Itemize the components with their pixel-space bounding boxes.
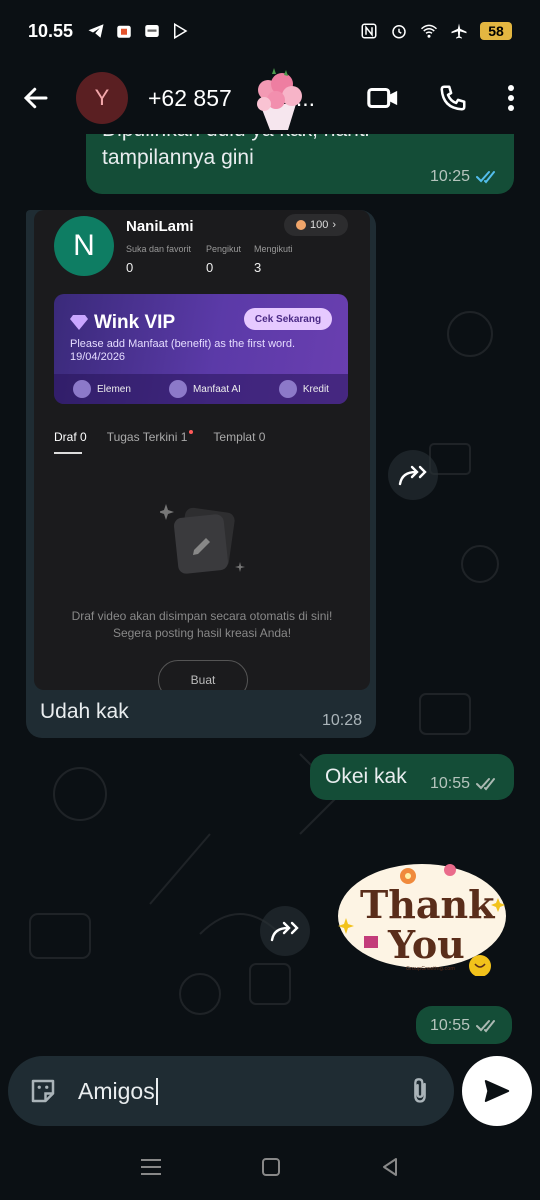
message-meta: 10:55	[430, 1017, 500, 1035]
voice-call-icon[interactable]	[438, 83, 468, 113]
forward-button[interactable]	[260, 906, 310, 956]
video-call-icon[interactable]	[366, 81, 400, 115]
empty-draft-icon	[160, 504, 245, 574]
nfc-icon	[361, 23, 377, 39]
vip-check-button: Cek Sekarang	[244, 308, 332, 330]
contact-number: +62 857	[148, 84, 232, 111]
vip-item: Manfaat AI	[168, 380, 241, 398]
message-meta: 10:55	[430, 775, 500, 793]
vip-item: Elemen	[73, 380, 131, 398]
recents-menu-icon[interactable]	[139, 1157, 163, 1177]
message-incoming-image[interactable]: N NaniLami 100 › Suka dan favorit 0 Pengi…	[26, 210, 376, 738]
stat-value: 3	[254, 260, 262, 275]
message-meta: 10:28	[322, 712, 362, 730]
send-icon	[484, 1080, 510, 1102]
coin-badge: 100 ›	[284, 214, 348, 236]
back-triangle-icon[interactable]	[379, 1156, 401, 1178]
diamond-icon	[70, 315, 88, 330]
chat-area[interactable]: Dipulihkan dulu ya kak, nanti tampilanny…	[0, 134, 540, 1054]
tab-draft: Draf 0	[54, 430, 87, 454]
screenshot-tabs: Draf 0 Tugas Terkini 1 Templat 0	[54, 430, 266, 454]
profile-name: NaniLami	[126, 218, 194, 235]
message-time: 10:55	[429, 1017, 470, 1034]
home-square-icon[interactable]	[260, 1156, 282, 1178]
message-text: Okei kak	[325, 765, 407, 788]
telegram-icon	[88, 24, 104, 38]
create-button: Buat	[158, 660, 248, 690]
sticker-text-you: You	[387, 922, 465, 967]
notification-dot	[189, 430, 194, 434]
shared-screenshot[interactable]: N NaniLami 100 › Suka dan favorit 0 Pengi…	[34, 210, 370, 690]
sticker-text-thank: Thank	[360, 882, 495, 927]
message-text: Dipulihkan dulu ya kak, nanti tampilanny…	[102, 134, 369, 169]
message-input-bar: Amigos	[8, 1056, 454, 1126]
notification-icons	[87, 22, 189, 40]
vip-card: Wink VIP Cek Sekarang Please add Manfaat…	[54, 294, 348, 404]
status-time: 10.55	[28, 20, 74, 41]
forward-icon	[398, 465, 427, 486]
forward-icon	[270, 921, 299, 942]
shopee-icon	[117, 25, 131, 38]
header-actions	[366, 81, 526, 115]
arrow-left-icon	[23, 87, 48, 109]
elements-icon	[73, 380, 92, 398]
image-caption: Udah kak	[40, 700, 129, 723]
stat-value: 0	[206, 260, 214, 275]
profile-avatar: N	[54, 216, 114, 276]
tab-recent-tasks: Tugas Terkini 1	[107, 430, 194, 444]
battery-indicator: 58	[480, 22, 512, 40]
alarm-icon	[392, 25, 406, 39]
play-store-icon	[174, 22, 188, 40]
forward-button[interactable]	[388, 450, 438, 500]
contact-avatar[interactable]: Y	[76, 72, 128, 124]
sticker-time-bubble: 10:55	[416, 1006, 512, 1044]
stat-label: Pengikut	[206, 244, 242, 254]
system-icons: 58	[360, 22, 512, 40]
thank-you-sticker[interactable]: Thank You GroupGreeting.com	[330, 858, 510, 976]
stat-label: Mengikuti	[254, 244, 293, 254]
vip-benefits: Elemen Manfaat AI Kredit	[54, 374, 348, 404]
flower-bouquet-sticker	[257, 68, 302, 130]
back-button[interactable]	[14, 76, 58, 120]
ai-icon	[168, 380, 187, 398]
tab-templates: Templat 0	[213, 430, 266, 444]
vip-subtitle: Please add Manfaat (benefit) as the firs…	[70, 338, 296, 363]
send-button[interactable]	[462, 1056, 532, 1126]
message-time: 10:25	[429, 168, 470, 185]
stat-label: Suka dan favorit	[126, 244, 192, 254]
system-navigation-bar	[0, 1134, 540, 1200]
message-time: 10:55	[429, 775, 470, 792]
stat-value: 0	[126, 260, 134, 275]
airplane-mode-icon	[451, 23, 467, 39]
wifi-icon	[420, 24, 438, 38]
coin-icon	[295, 220, 306, 230]
vip-item: Kredit	[278, 380, 329, 398]
credit-icon	[278, 380, 297, 398]
app-icon	[145, 25, 159, 37]
message-time: 10:28	[321, 712, 362, 729]
sticker-emoji-icon[interactable]	[28, 1076, 58, 1106]
attach-icon[interactable]	[406, 1076, 434, 1106]
double-check-read-icon	[476, 171, 495, 184]
double-check-delivered-icon	[476, 1020, 495, 1033]
status-bar: 10.55 58	[0, 0, 540, 62]
chat-header: Y +62 857 -...	[0, 62, 540, 134]
message-meta: 10:25	[430, 168, 500, 186]
empty-state-text: Draf video akan disimpan secara otomatis…	[71, 609, 333, 640]
message-input[interactable]: Amigos	[78, 1077, 158, 1105]
sticker-credit: GroupGreeting.com	[406, 966, 455, 972]
more-options-icon[interactable]	[506, 83, 516, 113]
message-outgoing-1[interactable]: Dipulihkan dulu ya kak, nanti tampilanny…	[86, 134, 514, 194]
vip-title: Wink VIP	[94, 312, 176, 333]
message-outgoing-2[interactable]: Okei kak 10:55	[310, 754, 514, 800]
double-check-delivered-icon	[476, 778, 495, 791]
